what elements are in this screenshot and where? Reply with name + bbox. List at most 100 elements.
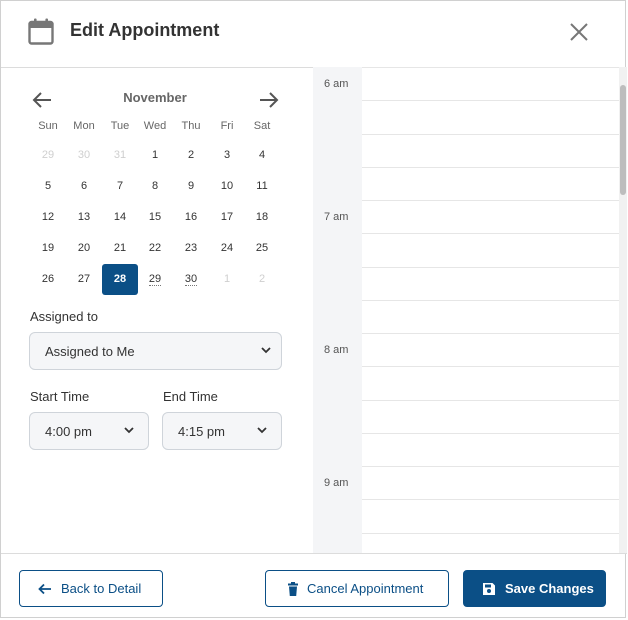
- calendar-day[interactable]: 10: [209, 171, 245, 202]
- calendar-day[interactable]: 24: [209, 233, 245, 264]
- weekday-label: Wed: [143, 120, 167, 132]
- calendar-day-number: 2: [187, 149, 195, 161]
- calendar-day[interactable]: 2: [173, 140, 209, 171]
- back-to-detail-label: Back to Detail: [61, 581, 142, 596]
- save-changes-button[interactable]: Save Changes: [463, 570, 606, 607]
- calendar-day[interactable]: 30: [66, 140, 102, 171]
- calendar-day-number: 15: [148, 211, 162, 223]
- calendar-day[interactable]: 15: [137, 202, 173, 233]
- calendar-day-number: 24: [220, 242, 234, 254]
- calendar-day[interactable]: 16: [173, 202, 209, 233]
- calendar-day[interactable]: 26: [30, 264, 66, 295]
- calendar-day[interactable]: 31: [102, 140, 138, 171]
- calendar-day[interactable]: 27: [66, 264, 102, 295]
- calendar-day[interactable]: 19: [30, 233, 66, 264]
- calendar-day[interactable]: 6: [66, 171, 102, 202]
- hour-label: 6 am: [324, 78, 349, 90]
- calendar-day-number: 4: [258, 149, 266, 161]
- start-time-select[interactable]: 4:00 pm: [29, 412, 149, 450]
- calendar-day[interactable]: 7: [102, 171, 138, 202]
- calendar-day-number: 7: [116, 180, 124, 192]
- calendar-day[interactable]: 1: [209, 264, 245, 295]
- calendar-day[interactable]: 12: [30, 202, 66, 233]
- trash-icon: [288, 582, 298, 596]
- time-slot-line: [362, 532, 619, 534]
- chevron-down-icon: [257, 427, 267, 434]
- calendar-day[interactable]: 5: [30, 171, 66, 202]
- calendar-day-number: 30: [184, 273, 198, 286]
- calendar-day[interactable]: 29: [137, 264, 173, 295]
- calendar-day[interactable]: 9: [173, 171, 209, 202]
- dialog-footer: Back to Detail Cancel Appointment Save C…: [1, 553, 627, 620]
- scrollbar-thumb[interactable]: [620, 85, 626, 195]
- calendar-day[interactable]: 21: [102, 233, 138, 264]
- calendar-day-number: 23: [184, 242, 198, 254]
- cancel-appointment-button[interactable]: Cancel Appointment: [265, 570, 449, 607]
- start-time-label: Start Time: [30, 389, 90, 404]
- calendar-day-number: 22: [148, 242, 162, 254]
- time-slot-line: [362, 133, 619, 135]
- calendar-day[interactable]: 4: [244, 140, 280, 171]
- calendar-day[interactable]: 25: [244, 233, 280, 264]
- close-icon[interactable]: [567, 20, 591, 44]
- end-time-label: End Time: [163, 389, 218, 404]
- calendar-day-number: 2: [258, 273, 266, 285]
- calendar-day[interactable]: 11: [244, 171, 280, 202]
- calendar-day-number: 30: [77, 149, 91, 161]
- calendar-day-number: 13: [77, 211, 91, 223]
- time-slot-line: [362, 166, 619, 168]
- day-schedule[interactable]: 6 am 7 am 8 am 9 am: [313, 67, 619, 553]
- hour-label: 9 am: [324, 477, 349, 489]
- time-slot-line: [362, 233, 619, 235]
- hour-label: 8 am: [324, 344, 349, 356]
- calendar-day[interactable]: 30: [173, 264, 209, 295]
- calendar-day-number: 20: [77, 242, 91, 254]
- calendar-day[interactable]: 18: [244, 202, 280, 233]
- calendar-day[interactable]: 22: [137, 233, 173, 264]
- calendar-day[interactable]: 20: [66, 233, 102, 264]
- calendar-day-number: 3: [223, 149, 231, 161]
- weekday-label: Mon: [73, 120, 95, 132]
- dialog-title: Edit Appointment: [70, 20, 220, 40]
- calendar-day[interactable]: 23: [173, 233, 209, 264]
- time-slot-line: [362, 499, 619, 501]
- calendar-day-number: 9: [187, 180, 195, 192]
- calendar-day[interactable]: 1: [137, 140, 173, 171]
- save-changes-label: Save Changes: [505, 581, 594, 596]
- assigned-to-select[interactable]: Assigned to Me: [29, 332, 282, 370]
- calendar-day-number: 1: [223, 273, 231, 285]
- calendar-day[interactable]: 13: [66, 202, 102, 233]
- next-month-arrow-icon[interactable]: [258, 90, 280, 110]
- back-to-detail-button[interactable]: Back to Detail: [19, 570, 163, 607]
- calendar-day[interactable]: 2: [244, 264, 280, 295]
- month-title: November: [123, 90, 187, 105]
- previous-month-arrow-icon[interactable]: [31, 90, 53, 110]
- time-slot-line: [362, 399, 619, 401]
- calendar-day-number: 14: [113, 211, 127, 223]
- calendar-day-number: 1: [151, 149, 159, 161]
- assigned-to-label: Assigned to: [30, 309, 98, 324]
- weekday-label: Fri: [220, 120, 234, 132]
- calendar-day-number: 31: [113, 149, 127, 161]
- calendar-day-number: 12: [41, 211, 55, 223]
- calendar-day[interactable]: 29: [30, 140, 66, 171]
- calendar-day-number: 6: [80, 180, 88, 192]
- time-slot-line: [362, 432, 619, 434]
- calendar-day[interactable]: 17: [209, 202, 245, 233]
- schedule-scrollbar[interactable]: [619, 67, 627, 553]
- start-time-value: 4:00 pm: [45, 424, 92, 439]
- time-slot-line: [362, 299, 619, 301]
- calendar-day-number: 11: [256, 180, 268, 192]
- calendar-day-number: 27: [77, 273, 91, 285]
- chevron-down-icon: [124, 427, 134, 434]
- calendar-day[interactable]: 3: [209, 140, 245, 171]
- cancel-appointment-label: Cancel Appointment: [307, 581, 424, 596]
- calendar-day[interactable]: 8: [137, 171, 173, 202]
- calendar-day-number: 26: [41, 273, 55, 285]
- calendar-day-selected[interactable]: 28: [102, 264, 138, 295]
- calendar-day[interactable]: 14: [102, 202, 138, 233]
- time-slot-line: [362, 466, 619, 467]
- calendar-day-number: 5: [44, 180, 52, 192]
- calendar-day-number: 18: [255, 211, 269, 223]
- end-time-select[interactable]: 4:15 pm: [162, 412, 282, 450]
